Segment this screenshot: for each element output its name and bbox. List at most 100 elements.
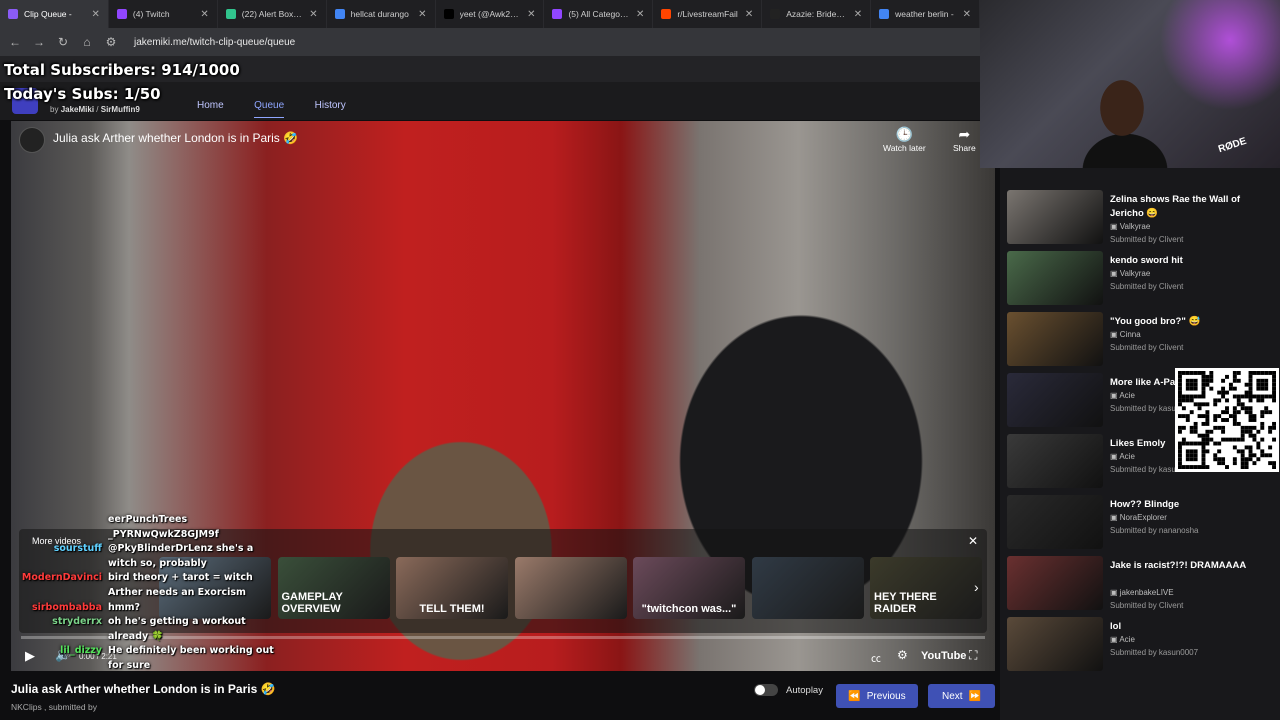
chat-text: _PYRNwQwkZ8GJM9f: [108, 528, 219, 540]
more-video-thumbnail[interactable]: HEY THERE RAIDER: [870, 557, 982, 619]
tab-close-icon[interactable]: ✕: [309, 9, 317, 20]
tab-close-icon[interactable]: ✕: [200, 9, 208, 20]
watch-later-button[interactable]: 🕒 Watch later: [883, 126, 926, 153]
next-button[interactable]: Next ⏩: [928, 684, 995, 708]
fullscreen-icon[interactable]: ⛶: [969, 648, 977, 663]
today-subs-overlay: Today's Subs: 1/50: [4, 85, 161, 103]
queue-item-channel: ▣ Valkyrae: [1110, 269, 1150, 278]
next-label: Next: [941, 690, 963, 702]
youtube-logo[interactable]: YouTube: [921, 650, 966, 662]
tab-close-icon[interactable]: ✕: [418, 9, 426, 20]
browser-tab[interactable]: Azazie: Bridesma ✕: [762, 0, 872, 28]
queue-item-channel-name: NoraExplorer: [1119, 513, 1167, 522]
browser-tab[interactable]: (22) Alert Box / S ✕: [218, 0, 327, 28]
tab-close-icon[interactable]: ✕: [745, 9, 753, 20]
chat-message: sirbombabba hmm?: [0, 602, 140, 613]
browser-tab[interactable]: weather berlin - ✕: [871, 0, 981, 28]
home-icon[interactable]: ⌂: [80, 35, 94, 49]
forward-icon[interactable]: →: [32, 35, 46, 49]
tab-close-icon[interactable]: ✕: [963, 9, 971, 20]
browser-tab[interactable]: (4) Twitch ✕: [109, 0, 218, 28]
queue-item-submitter: Submitted by Clivent: [1110, 235, 1184, 244]
queue-item-channel-name: Valkyrae: [1119, 269, 1151, 278]
queue-item[interactable]: Zelina shows Rae the Wall of Jericho 😄 ▣ …: [1007, 190, 1277, 246]
browser-tab[interactable]: (5) All Categories ✕: [544, 0, 654, 28]
site-nav: Home Queue History: [197, 95, 372, 118]
more-video-thumbnail[interactable]: [751, 557, 864, 619]
more-video-thumbnail[interactable]: [514, 557, 627, 619]
author-link-sirmuffin[interactable]: SirMuffin9: [101, 105, 140, 114]
queue-item-thumbnail[interactable]: [1007, 495, 1103, 549]
browser-tab[interactable]: hellcat durango ✕: [327, 0, 436, 28]
settings-gear-icon[interactable]: ⚙: [897, 648, 908, 662]
queue-item-title[interactable]: kendo sword hit: [1110, 254, 1250, 268]
autoplay-toggle[interactable]: [754, 684, 778, 696]
byline-separator: /: [96, 105, 99, 114]
browser-tab[interactable]: Clip Queue - ✕: [0, 0, 109, 28]
tab-close-icon[interactable]: ✕: [636, 9, 644, 20]
queue-item-thumbnail[interactable]: [1007, 190, 1103, 244]
tab-title: r/LivestreamFail: [677, 9, 738, 19]
queue-item-title[interactable]: lol: [1110, 620, 1250, 634]
chat-message: stryderrx oh he's getting a workout: [0, 616, 246, 627]
queue-item-channel-name: jakenbakeLIVE: [1119, 588, 1174, 597]
queue-item[interactable]: kendo sword hit ▣ Valkyrae Submitted by Cl…: [1007, 251, 1277, 307]
queue-item-submitter: Submitted by Clivent: [1110, 343, 1184, 352]
site-info-icon[interactable]: ⚙: [104, 35, 118, 49]
tab-title: weather berlin -: [895, 9, 954, 19]
chat-message: lil_dizzy He definitely been working out: [0, 645, 274, 656]
fast-forward-icon: ⏩: [968, 690, 981, 702]
queue-item-channel: ▣ Acie: [1110, 452, 1135, 461]
tab-close-icon[interactable]: ✕: [527, 9, 535, 20]
queue-item-thumbnail[interactable]: [1007, 617, 1103, 671]
thumbnail-caption: HEY THERE RAIDER: [874, 591, 937, 615]
previous-button[interactable]: ⏪ Previous: [836, 684, 918, 708]
thumbnail-caption: [804, 611, 812, 619]
browser-tab-bar: Clip Queue - ✕ (4) Twitch ✕ (22) Alert Box /…: [0, 0, 981, 28]
tab-close-icon[interactable]: ✕: [854, 9, 862, 20]
queue-item[interactable]: How?? Blindge ▣ NoraExplorer Submitted by …: [1007, 495, 1277, 551]
chat-username: stryderrx: [52, 616, 102, 628]
more-video-thumbnail[interactable]: TELL THEM!: [396, 557, 508, 619]
share-button[interactable]: ➦ Share: [953, 126, 976, 153]
nav-home[interactable]: Home: [197, 100, 224, 111]
queue-item-thumbnail[interactable]: [1007, 434, 1103, 488]
chat-text: bird theory + tarot = witch: [108, 572, 253, 584]
queue-item-channel: ▣ jakenbakeLIVE: [1110, 588, 1174, 597]
thumbnail-caption: "twitchcon was...": [641, 603, 737, 615]
browser-tab[interactable]: r/LivestreamFail ✕: [653, 0, 763, 28]
reload-icon[interactable]: ↻: [56, 35, 70, 49]
video-title[interactable]: Julia ask Arther whether London is in Pa…: [53, 131, 298, 145]
tab-favicon-icon: [443, 9, 454, 19]
tab-favicon-icon: [879, 9, 890, 19]
queue-item[interactable]: Jake is racist?!?! DRAMAAAA ▣ jakenbakeLI…: [1007, 556, 1277, 612]
close-icon[interactable]: ✕: [968, 534, 978, 548]
queue-item-title[interactable]: How?? Blindge: [1110, 498, 1250, 512]
queue-item-thumbnail[interactable]: [1007, 312, 1103, 366]
captions-icon[interactable]: ㏄: [871, 650, 881, 665]
nav-queue[interactable]: Queue: [254, 100, 285, 118]
queue-item-title[interactable]: Jake is racist?!?! DRAMAAAA: [1110, 559, 1250, 573]
channel-icon: ▣: [1110, 222, 1120, 231]
queue-item-thumbnail[interactable]: [1007, 373, 1103, 427]
queue-item-thumbnail[interactable]: [1007, 251, 1103, 305]
url-field[interactable]: jakemiki.me/twitch-clip-queue/queue: [134, 37, 295, 48]
nav-history[interactable]: History: [315, 100, 346, 111]
queue-item[interactable]: "You good bro?" 😅 ▣ Cinna Submitted by Cli…: [1007, 312, 1277, 368]
tab-favicon-icon: [225, 9, 236, 19]
tab-close-icon[interactable]: ✕: [92, 9, 100, 20]
tab-favicon-icon: [770, 9, 781, 19]
queue-item-channel-name: Valkyrae: [1119, 222, 1151, 231]
author-link-jakemiki[interactable]: JakeMiki: [61, 105, 94, 114]
below-video-bar: Julia ask Arther whether London is in Pa…: [0, 672, 995, 720]
chat-message: Arther needs an Exorcism: [0, 587, 246, 598]
more-video-thumbnail[interactable]: "twitchcon was...": [633, 557, 745, 619]
queue-item-thumbnail[interactable]: [1007, 556, 1103, 610]
browser-tab[interactable]: yeet (@Awk2000 ✕: [436, 0, 545, 28]
queue-item-title[interactable]: Zelina shows Rae the Wall of Jericho 😄: [1110, 193, 1250, 221]
queue-item-title[interactable]: "You good bro?" 😅: [1110, 315, 1250, 329]
channel-avatar[interactable]: [19, 127, 45, 153]
chevron-right-icon[interactable]: ›: [974, 579, 979, 595]
back-icon[interactable]: ←: [8, 35, 22, 49]
queue-item[interactable]: lol ▣ Acie Submitted by kasun0007: [1007, 617, 1277, 673]
